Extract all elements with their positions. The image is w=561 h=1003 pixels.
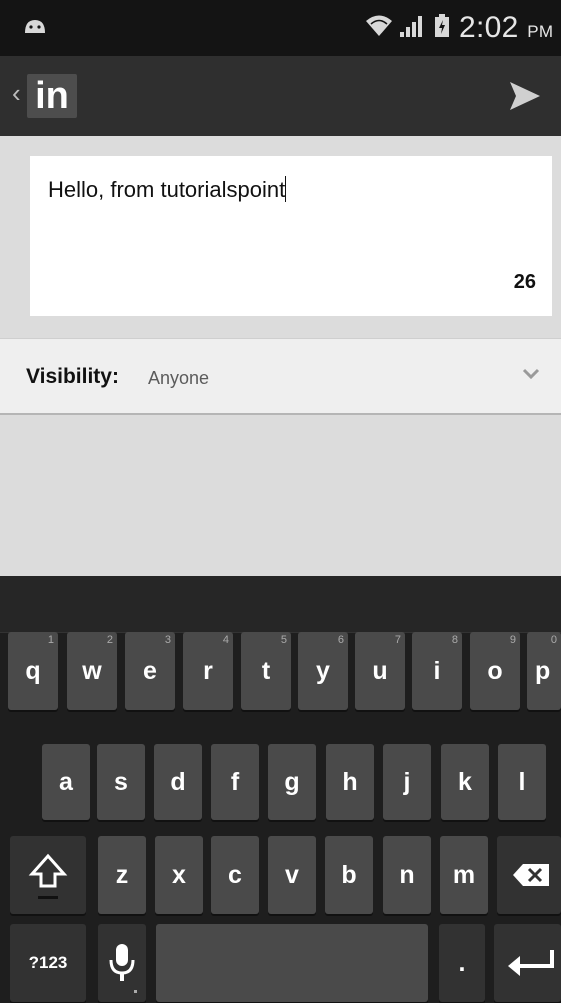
key-s[interactable]: s [97,744,145,820]
key-label: e [143,657,157,685]
key-label: r [203,657,213,685]
enter-icon [508,950,554,976]
key-k[interactable]: k [441,744,489,820]
key-x[interactable]: x [155,836,203,914]
android-icon [25,20,45,33]
status-time: 2:02 PM [459,11,554,44]
status-ampm: PM [527,22,554,41]
battery-icon [435,14,449,37]
key-label: o [487,657,503,685]
key-g[interactable]: g [268,744,316,820]
key-b[interactable]: b [325,836,373,914]
key-label: q [25,657,41,685]
key-o[interactable]: o9 [470,632,520,710]
key-hint: 1 [47,634,54,646]
message-text[interactable]: Hello, from tutorialspoint [48,176,287,203]
key-hint: 7 [394,634,401,646]
key-label: t [261,657,271,685]
period-key[interactable]: . [439,924,485,1002]
shift-key[interactable] [10,836,86,914]
linkedin-logo[interactable]: in [27,74,77,118]
soft-keyboard: q1 w2 e3 r4 t5 y6 u7 i8 o9 p0 a s d f g … [0,576,561,1003]
key-i[interactable]: i8 [412,632,462,710]
key-hint: 5 [280,634,287,646]
signal-icon [400,16,422,37]
compose-input[interactable]: Hello, from tutorialspoint 26 [30,156,552,316]
key-hint: 3 [164,634,171,646]
key-f[interactable]: f [211,744,259,820]
chevron-down-icon [522,368,540,380]
key-label: p [535,657,551,685]
key-t[interactable]: t5 [241,632,291,710]
key-u[interactable]: u7 [355,632,405,710]
send-icon[interactable] [507,79,543,113]
shift-icon [28,853,68,899]
key-c[interactable]: c [211,836,259,914]
key-hint: 4 [222,634,229,646]
back-chevron-icon[interactable]: ‹ [12,78,21,108]
message-value: Hello, from tutorialspoint [48,177,286,202]
text-caret [285,176,287,202]
action-bar: ‹ in [0,56,561,136]
key-m[interactable]: m [440,836,488,914]
visibility-label: Visibility: [26,365,119,388]
key-hint: 6 [337,634,344,646]
key-label: y [316,657,330,685]
key-a[interactable]: a [42,744,90,820]
wifi-icon [366,15,392,36]
character-count: 26 [513,271,536,293]
backspace-key[interactable] [497,836,561,914]
key-h[interactable]: h [326,744,374,820]
enter-key[interactable] [494,924,561,1002]
status-bar: 2:02 PM [0,0,561,56]
key-l[interactable]: l [498,744,546,820]
key-y[interactable]: y6 [298,632,348,710]
key-w[interactable]: w2 [67,632,117,710]
visibility-selector[interactable]: Visibility: Anyone [0,338,561,415]
key-z[interactable]: z [98,836,146,914]
key-label: w [82,657,102,685]
visibility-value: Anyone [148,368,210,388]
key-q[interactable]: q1 [8,632,58,710]
period-label: . [458,949,466,977]
key-d[interactable]: d [154,744,202,820]
key-hint: 8 [451,634,458,646]
key-j[interactable]: j [383,744,431,820]
space-bar[interactable] [156,924,428,1002]
key-n[interactable]: n [383,836,431,914]
key-hint: 9 [509,634,516,646]
voice-input-key[interactable] [98,924,146,1002]
suggestion-strip [0,576,561,633]
microphone-icon [109,944,137,993]
key-hint: 0 [550,634,557,646]
key-label: i [433,657,441,685]
key-hint: 2 [106,634,113,646]
symbols-key[interactable]: ?123 [10,924,86,1002]
key-label: u [372,657,388,685]
key-r[interactable]: r4 [183,632,233,710]
key-v[interactable]: v [268,836,316,914]
key-p[interactable]: p0 [527,632,561,710]
backspace-icon [513,864,549,886]
key-e[interactable]: e3 [125,632,175,710]
